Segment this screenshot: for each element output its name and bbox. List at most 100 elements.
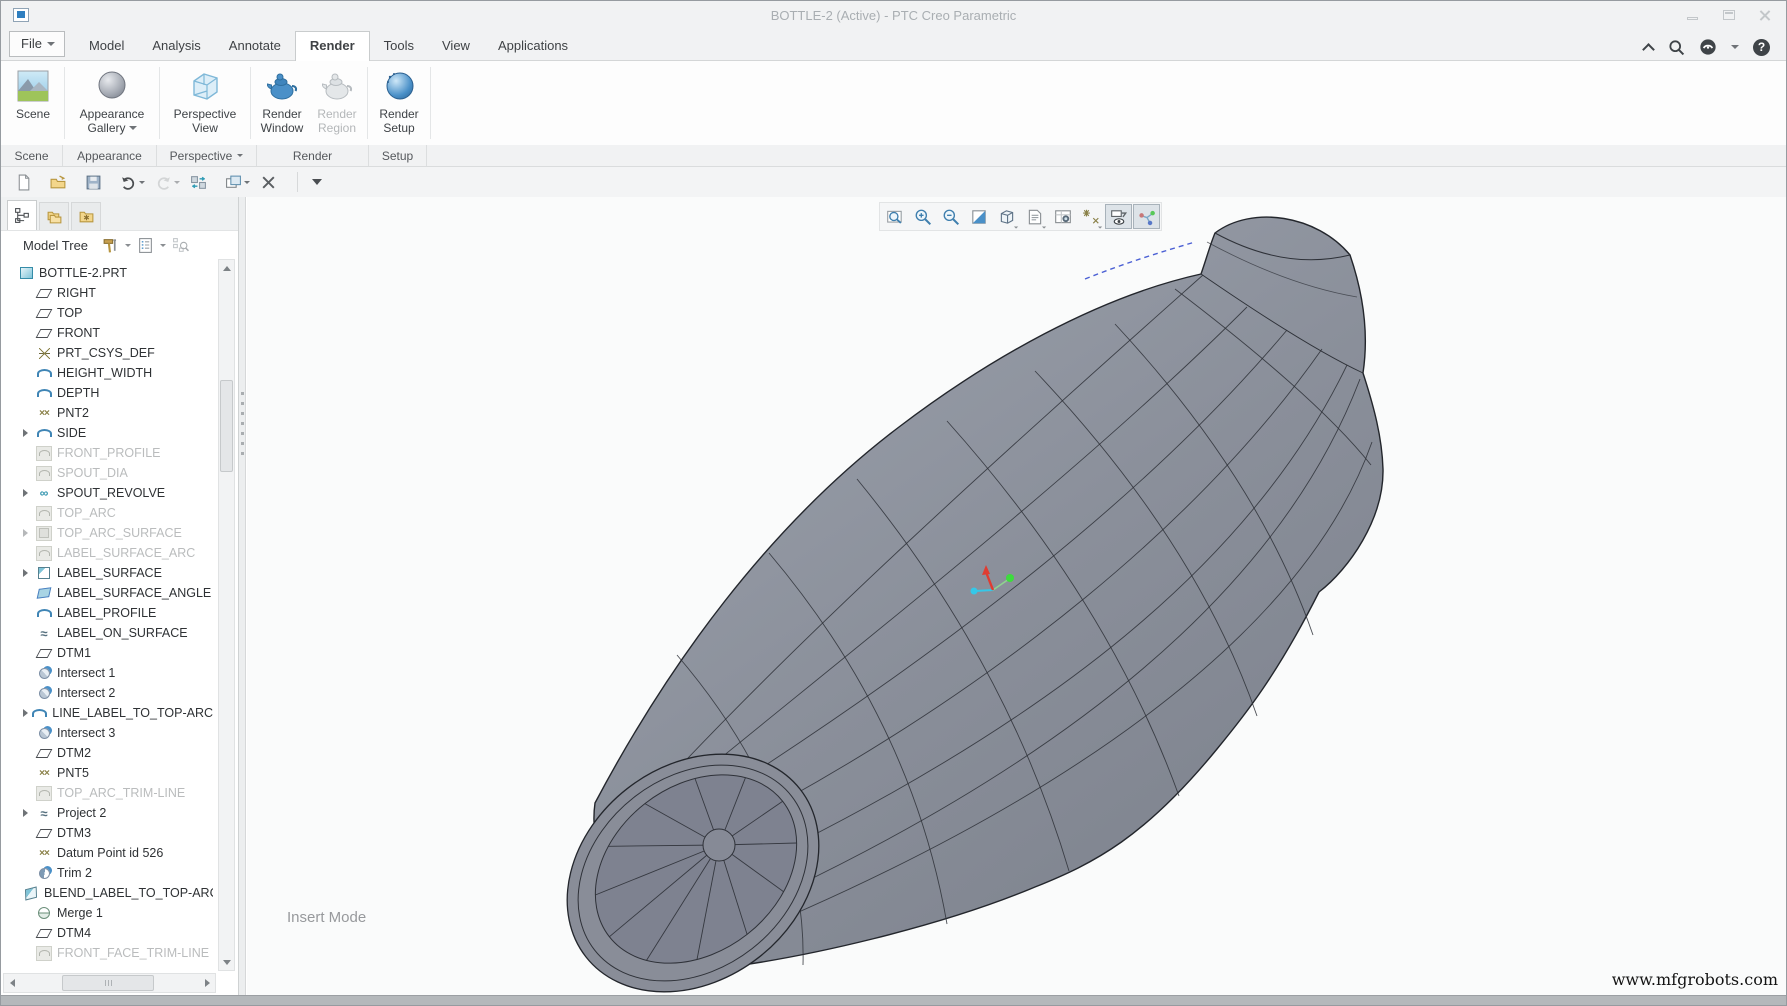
close-button[interactable]: [1758, 10, 1772, 21]
scroll-right-icon[interactable]: [199, 974, 215, 992]
maximize-button[interactable]: [1722, 10, 1736, 21]
tree-item[interactable]: LINE_LABEL_TO_TOP-ARC: [23, 703, 213, 723]
tree-horizontal-scrollbar[interactable]: [3, 973, 216, 993]
menu-tab[interactable]: Applications: [484, 32, 582, 60]
tree-item[interactable]: FRONT: [23, 323, 213, 343]
tree-item[interactable]: FRONT_FACE_TRIM-LINE: [23, 943, 213, 963]
graphics-toolbar-button[interactable]: [937, 204, 964, 229]
tree-item[interactable]: LABEL_SURFACE: [23, 563, 213, 583]
quick-toolbar-button[interactable]: [256, 171, 289, 194]
tree-item[interactable]: PNT2: [23, 403, 213, 423]
chevron-down-icon[interactable]: [160, 244, 166, 247]
tree-item[interactable]: TOP_ARC: [23, 503, 213, 523]
menu-tab[interactable]: Render: [295, 31, 370, 61]
ribbon-group-label[interactable]: Perspective: [157, 145, 257, 166]
tree-item[interactable]: HEIGHT_WIDTH: [23, 363, 213, 383]
tree-item[interactable]: TOP_ARC_SURFACE: [23, 523, 213, 543]
tree-item[interactable]: DTM4: [23, 923, 213, 943]
chevron-down-icon[interactable]: [125, 244, 131, 247]
quick-toolbar-button[interactable]: [11, 171, 44, 194]
scrollbar-thumb[interactable]: [220, 380, 233, 472]
appearance-gallery-button[interactable]: Appearance Gallery: [68, 61, 156, 145]
expand-arrow-icon[interactable]: [23, 709, 31, 717]
tree-item[interactable]: Merge 1: [23, 903, 213, 923]
tab-favorites[interactable]: [71, 202, 101, 230]
tree-item[interactable]: DTM1: [23, 643, 213, 663]
graphics-toolbar-button[interactable]: [965, 204, 992, 229]
tree-item[interactable]: BLEND_LABEL_TO_TOP-ARC: [23, 883, 213, 903]
tree-item[interactable]: Datum Point id 526: [23, 843, 213, 863]
customize-toolbar-button[interactable]: [312, 179, 322, 185]
quick-toolbar-button[interactable]: [81, 171, 114, 194]
quick-toolbar-button[interactable]: [221, 171, 254, 194]
tree-filters-icon[interactable]: [102, 237, 119, 254]
ribbon-group-label[interactable]: Setup: [369, 145, 427, 166]
tree-item[interactable]: LABEL_PROFILE: [23, 603, 213, 623]
tree-item[interactable]: SPOUT_REVOLVE: [23, 483, 213, 503]
tree-item[interactable]: LABEL_SURFACE_ARC: [23, 543, 213, 563]
tab-model-tree[interactable]: [7, 200, 37, 230]
graphics-toolbar-button[interactable]: [993, 204, 1020, 229]
graphics-toolbar-button[interactable]: [1133, 204, 1160, 229]
tree-item[interactable]: LABEL_SURFACE_ANGLE: [23, 583, 213, 603]
scroll-down-icon[interactable]: [219, 954, 234, 970]
ribbon-group-label[interactable]: Scene: [1, 145, 63, 166]
file-menu-button[interactable]: File: [9, 31, 65, 57]
tree-item[interactable]: FRONT_PROFILE: [23, 443, 213, 463]
menu-tab[interactable]: Tools: [370, 32, 428, 60]
quick-toolbar-button[interactable]: [151, 171, 184, 194]
tree-item[interactable]: TOP: [23, 303, 213, 323]
scroll-up-icon[interactable]: [219, 260, 234, 276]
tree-item[interactable]: Project 2: [23, 803, 213, 823]
expand-arrow-icon[interactable]: [23, 529, 36, 537]
tab-folder-browser[interactable]: [39, 202, 69, 230]
chevron-down-icon[interactable]: [1731, 45, 1739, 49]
tree-settings-icon[interactable]: [137, 237, 154, 254]
scrollbar-thumb[interactable]: [62, 975, 154, 991]
tree-item[interactable]: PNT5: [23, 763, 213, 783]
menu-tab[interactable]: Analysis: [138, 32, 214, 60]
tree-item[interactable]: Intersect 3: [23, 723, 213, 743]
tree-search-icon[interactable]: [172, 237, 189, 254]
expand-arrow-icon[interactable]: [23, 489, 36, 497]
graphics-toolbar-button[interactable]: [1105, 204, 1132, 229]
scene-button[interactable]: Scene: [5, 61, 61, 145]
tree-item[interactable]: TOP_ARC_TRIM-LINE: [23, 783, 213, 803]
panel-splitter[interactable]: [239, 197, 246, 995]
tree-item[interactable]: Trim 2: [23, 863, 213, 883]
tree-item[interactable]: DTM3: [23, 823, 213, 843]
quick-toolbar-button[interactable]: [186, 171, 219, 194]
tree-item[interactable]: LABEL_ON_SURFACE: [23, 623, 213, 643]
tree-item[interactable]: SIDE: [23, 423, 213, 443]
render-window-button[interactable]: Render Window: [254, 61, 310, 145]
scroll-left-icon[interactable]: [4, 974, 20, 992]
tree-item[interactable]: DEPTH: [23, 383, 213, 403]
tree-item[interactable]: DTM2: [23, 743, 213, 763]
tree-item[interactable]: PRT_CSYS_DEF: [23, 343, 213, 363]
search-icon[interactable]: [1668, 39, 1685, 56]
minimize-ribbon-icon[interactable]: [1643, 44, 1654, 51]
help-icon[interactable]: [1753, 39, 1770, 56]
graphics-toolbar-button[interactable]: [1021, 204, 1048, 229]
command-locator-icon[interactable]: [1699, 38, 1717, 56]
menu-tab[interactable]: Annotate: [215, 32, 295, 60]
render-setup-button[interactable]: Render Setup: [371, 61, 427, 145]
ribbon-group-label[interactable]: Appearance: [63, 145, 157, 166]
minimize-button[interactable]: [1686, 10, 1700, 21]
graphics-toolbar-button[interactable]: [1077, 204, 1104, 229]
tree-item[interactable]: BOTTLE-2.PRT: [5, 263, 213, 283]
graphics-toolbar-button[interactable]: [1049, 204, 1076, 229]
expand-arrow-icon[interactable]: [23, 429, 36, 437]
tree-item[interactable]: Intersect 1: [23, 663, 213, 683]
tree-vertical-scrollbar[interactable]: [218, 259, 235, 971]
expand-arrow-icon[interactable]: [23, 809, 36, 817]
ribbon-group-label[interactable]: Render: [257, 145, 369, 166]
graphics-toolbar-button[interactable]: [881, 204, 908, 229]
tree-item[interactable]: SPOUT_DIA: [23, 463, 213, 483]
menu-tab[interactable]: Model: [75, 32, 138, 60]
tree-item[interactable]: RIGHT: [23, 283, 213, 303]
tree-item[interactable]: Intersect 2: [23, 683, 213, 703]
menu-tab[interactable]: View: [428, 32, 484, 60]
quick-toolbar-button[interactable]: [116, 171, 149, 194]
bottle-3d-model[interactable]: [247, 197, 1787, 995]
